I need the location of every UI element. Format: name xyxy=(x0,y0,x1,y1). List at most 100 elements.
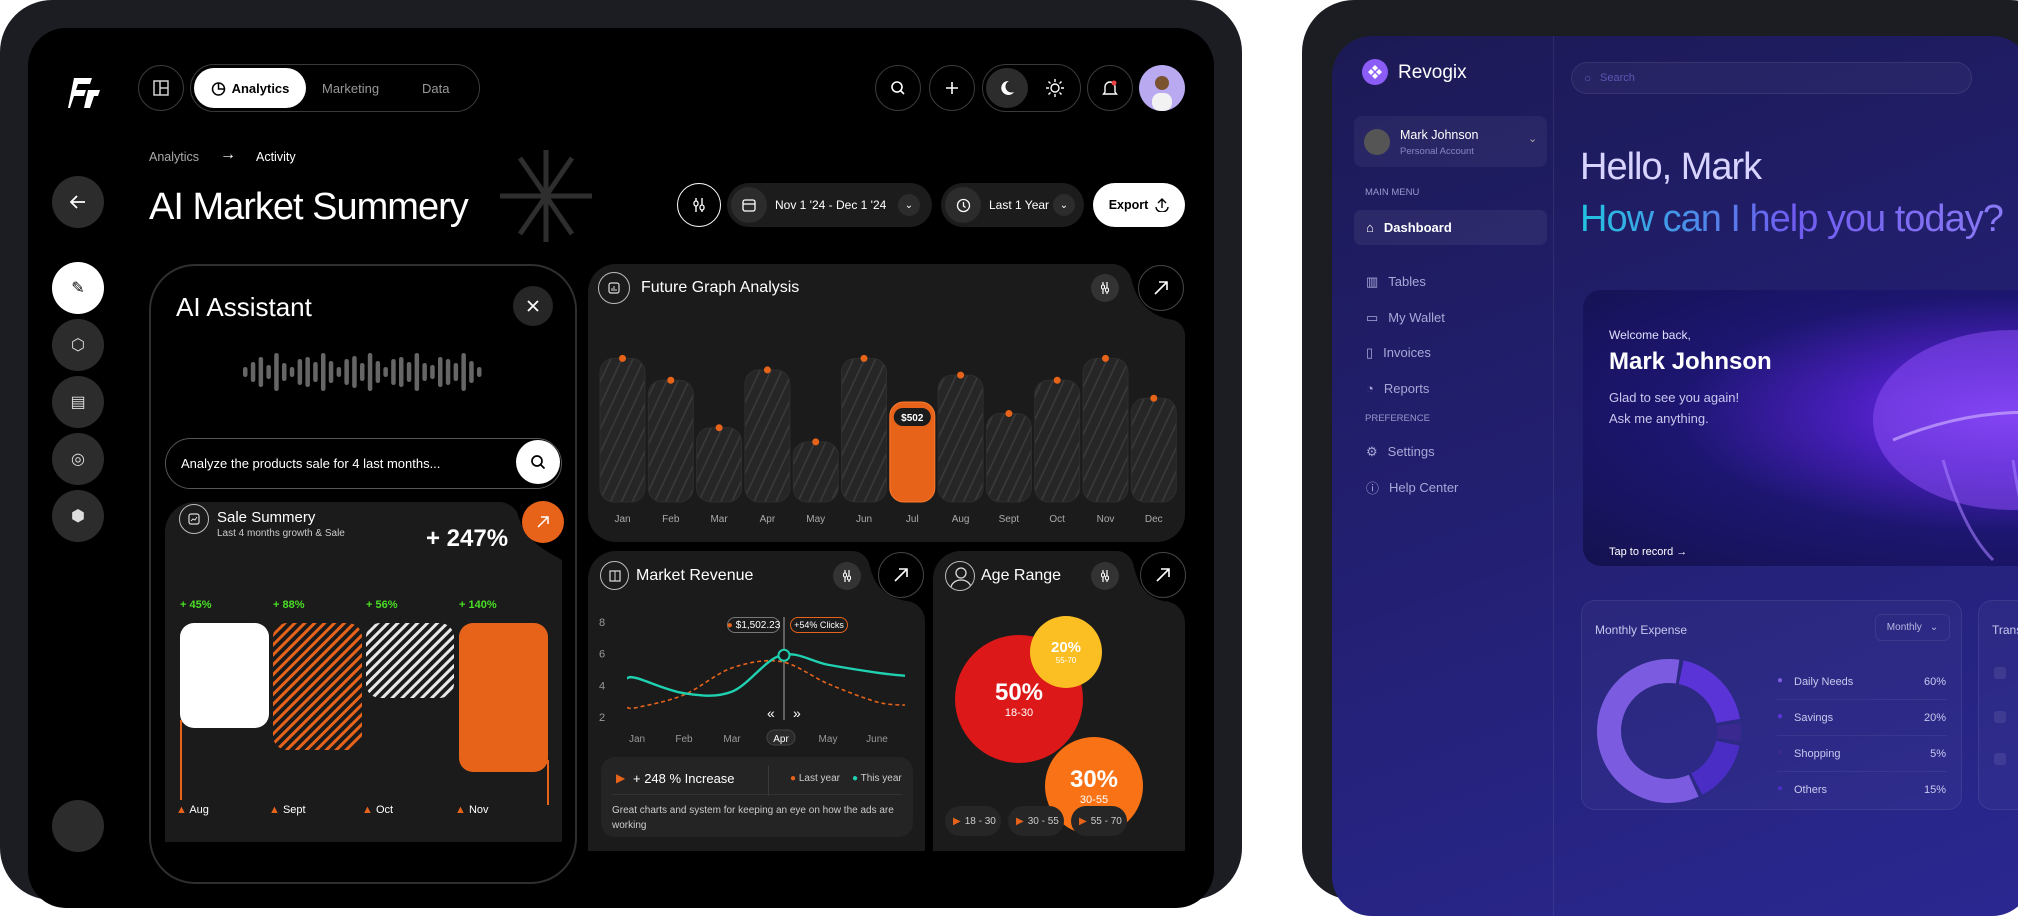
age-chip[interactable]: ▶ 30 - 55 xyxy=(1008,806,1064,836)
welcome-line: Welcome back, xyxy=(1609,328,1691,342)
menu-item-invoices[interactable]: ▯ Invoices xyxy=(1354,335,1547,370)
donut-segment-savings xyxy=(1678,660,1740,723)
monthly-expense-title: Monthly Expense xyxy=(1595,623,1688,637)
market-revenue-chart: 8 6 4 2 Jan Feb Mar Apr May June xyxy=(599,617,906,746)
tap-to-record-button[interactable]: Tap to record → xyxy=(1609,546,1687,558)
menu-item-settings[interactable]: ⚙ Settings xyxy=(1354,434,1547,469)
welcome-name: Mark Johnson xyxy=(1609,348,1772,375)
notifications-button[interactable] xyxy=(1087,65,1133,111)
clipboard-icon: ▯ xyxy=(1366,344,1374,360)
future-month-label: Oct xyxy=(1049,514,1065,525)
transactions-title: Trans xyxy=(1992,623,2018,637)
bell-icon xyxy=(1102,80,1118,95)
clicks-tooltip: +54% Clicks xyxy=(790,617,848,633)
y-tick-label: 2 xyxy=(599,712,605,724)
dot-icon: ● xyxy=(726,619,733,631)
menu-item-my-wallet[interactable]: ▭ My Wallet xyxy=(1354,300,1547,335)
search-icon: ○ xyxy=(1584,71,1592,85)
x-tick-label: Mar xyxy=(723,734,741,745)
age-range-open-button[interactable] xyxy=(1140,552,1186,598)
revenue-description: Great charts and system for keeping an e… xyxy=(612,805,894,831)
future-bar xyxy=(1082,357,1129,503)
upload-icon xyxy=(1155,198,1169,212)
sale-bar-month: ▲ Sept xyxy=(269,804,306,816)
moon-icon xyxy=(1001,80,1014,95)
future-bar xyxy=(985,413,1032,503)
account-switcher[interactable]: Mark Johnson Personal Account ⌄ xyxy=(1354,116,1547,167)
period-dropdown[interactable]: Monthly ⌄ xyxy=(1875,614,1950,641)
expense-legend-item: ● Shopping 5% xyxy=(1777,747,1946,760)
menu-item-dashboard[interactable]: ⌂ Dashboard xyxy=(1354,210,1547,245)
future-bar-dot xyxy=(957,371,965,379)
divider xyxy=(768,766,769,796)
sidebar-divider xyxy=(1553,36,1554,916)
x-tick-label: Feb xyxy=(675,734,693,745)
divider xyxy=(612,794,902,795)
right-tablet-screen: Revogix ○ Search Mark Johnson Personal A… xyxy=(1332,36,2018,916)
future-bar xyxy=(1130,397,1177,503)
menu-item-reports[interactable]: ◔ Reports xyxy=(1354,371,1547,406)
menu-item-tables[interactable]: ▥ Tables xyxy=(1354,264,1547,299)
y-tick-label: 6 xyxy=(599,649,605,661)
search-input[interactable]: ○ Search xyxy=(1571,62,1972,94)
future-bar xyxy=(1034,379,1081,503)
welcome-message-2: Ask me anything. xyxy=(1609,411,1709,426)
sale-bar-month: ▲ Aug xyxy=(176,804,209,816)
sun-icon xyxy=(1046,79,1064,97)
settings-icon: ⚙ xyxy=(1366,443,1378,459)
divider xyxy=(1777,699,1947,700)
transaction-icon xyxy=(1994,667,2006,679)
period-value: Last 1 Year xyxy=(989,198,1050,212)
future-bar-dot xyxy=(1005,410,1013,418)
chevron-down-icon: ⌄ xyxy=(1929,622,1939,633)
plus-icon xyxy=(946,82,958,94)
previous-icon[interactable]: « xyxy=(767,705,775,721)
next-icon[interactable]: » xyxy=(793,705,801,721)
welcome-card: Welcome back, Mark Johnson Glad to see y… xyxy=(1583,290,2018,566)
revenue-tooltip-value: $1,502.23 xyxy=(735,619,781,631)
age-chip[interactable]: ▶ 18 - 30 xyxy=(945,806,1001,836)
future-bar-dot xyxy=(1053,376,1061,384)
export-button[interactable]: Export xyxy=(1093,183,1185,227)
x-tick-label: Jan xyxy=(629,734,645,745)
sale-bar-month: ▲ Nov xyxy=(455,804,489,816)
legend-this-year: ● This year xyxy=(852,773,902,784)
x-tick-label: June xyxy=(866,734,888,745)
account-avatar xyxy=(1364,129,1390,155)
divider xyxy=(1777,735,1947,736)
welcome-message-1: Glad to see you again! xyxy=(1609,390,1740,405)
export-label: Export xyxy=(1108,198,1149,212)
revenue-increase: + 248 % Increase xyxy=(633,771,735,786)
jellyfish-image xyxy=(1873,330,2018,562)
search-placeholder: Search xyxy=(1600,72,1635,84)
transaction-icon xyxy=(1994,753,2006,765)
revenue-line-last-year xyxy=(626,659,906,710)
main-menu-label: MAIN MENU xyxy=(1365,187,1420,198)
preference-label: PREFERENCE xyxy=(1365,413,1430,424)
future-bar-dot xyxy=(1150,394,1158,402)
period-select[interactable]: Last 1 Year ⌄ xyxy=(941,183,1084,227)
age-range-filter-button[interactable] xyxy=(1091,562,1119,590)
divider xyxy=(1777,771,1947,772)
chevron-down-icon: ⌄ xyxy=(1528,133,1538,145)
bubble-55-70: 20% 55-70 xyxy=(1030,616,1102,688)
age-chip[interactable]: ▶ 55 - 70 xyxy=(1071,806,1127,836)
account-type: Personal Account xyxy=(1400,146,1474,157)
donut-segment-others xyxy=(1691,740,1740,795)
future-month-label: Aug xyxy=(952,514,970,525)
future-bar xyxy=(937,374,984,503)
donut-segment-shopping xyxy=(1716,723,1741,742)
menu-item-help-center[interactable]: ⓘ Help Center xyxy=(1354,470,1547,505)
age-range-title: Age Range xyxy=(981,567,1062,584)
user-avatar[interactable] xyxy=(1139,65,1185,111)
wallet-icon: ▭ xyxy=(1366,309,1379,325)
sidebar-bottom-button[interactable] xyxy=(52,800,104,852)
light-mode-button[interactable] xyxy=(1034,68,1076,108)
expense-legend-item: ● Others 15% xyxy=(1777,783,1946,796)
expense-donut-chart xyxy=(1597,659,1741,803)
transaction-icon xyxy=(1994,711,2006,723)
play-icon: ▶ xyxy=(616,771,626,785)
x-tick-label: May xyxy=(819,734,838,745)
dark-mode-button[interactable] xyxy=(986,68,1028,108)
future-bar-dot xyxy=(1102,354,1109,362)
